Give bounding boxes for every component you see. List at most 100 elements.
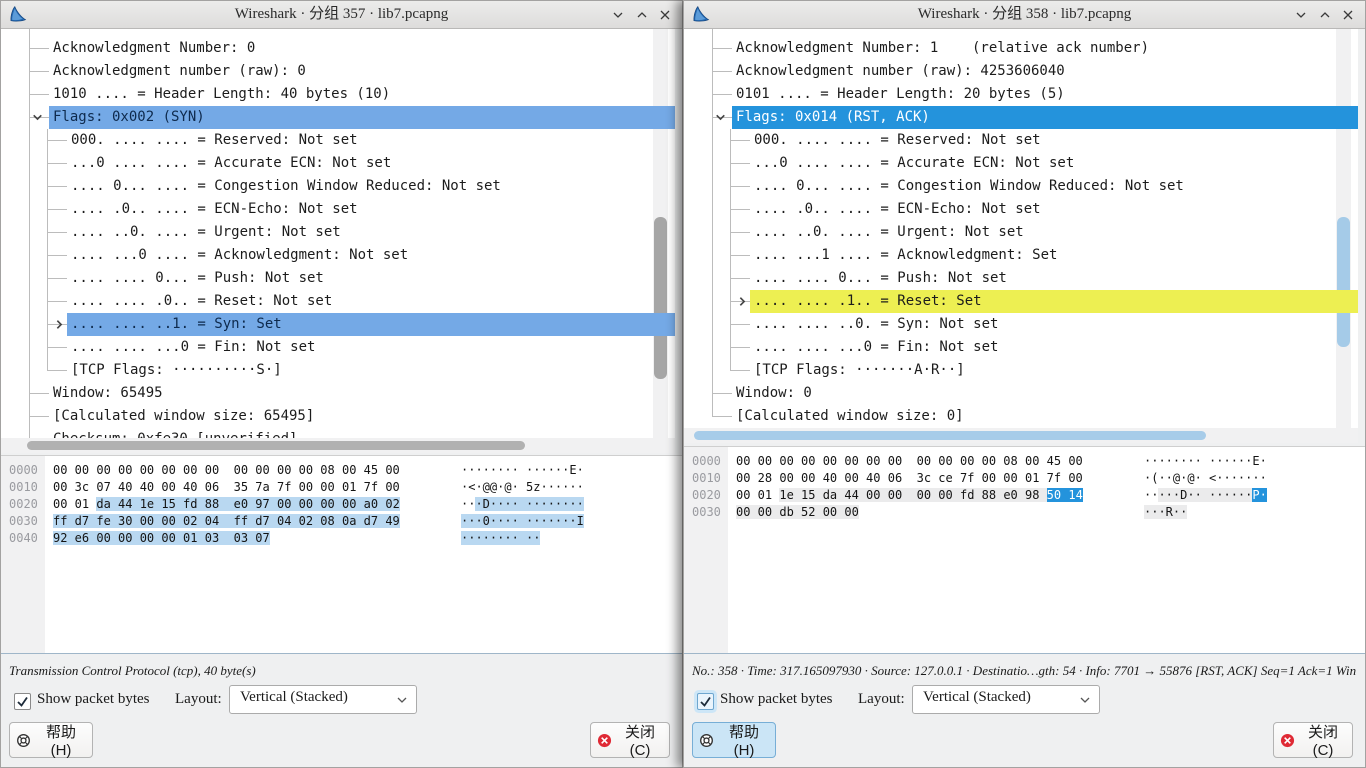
hex-ascii-run[interactable]: ·D···· ········: [475, 497, 583, 511]
hex-bytes-run[interactable]: 92 e6 00 00 00 00 01 03 03 07: [53, 531, 270, 545]
tree-row[interactable]: Checksum: 0xfe30 [unverified]: [1, 428, 675, 438]
minimize-icon[interactable]: [1293, 7, 1309, 23]
hex-row[interactable]: 001000 3c 07 40 40 00 40 06 35 7a 7f 00 …: [1, 479, 682, 496]
hex-ascii-run[interactable]: ··: [461, 497, 475, 511]
tree-row[interactable]: 000. .... .... = Reserved: Not set: [1, 129, 675, 152]
tree-row[interactable]: 1010 .... = Header Length: 40 bytes (10): [1, 83, 675, 106]
hex-bytes-run[interactable]: 00 01: [736, 488, 779, 502]
maximize-icon[interactable]: [1317, 7, 1333, 23]
tree-row[interactable]: Window: 65495: [1, 382, 675, 405]
show-packet-bytes-checkbox[interactable]: [14, 693, 31, 710]
layout-dropdown[interactable]: Vertical (Stacked): [912, 685, 1100, 714]
tree-row[interactable]: .... ...0 .... = Acknowledgment: Not set: [1, 244, 675, 267]
tree-row-label: Window: 65495: [1, 382, 675, 405]
hex-ascii-run[interactable]: ········ ··: [461, 531, 540, 545]
tree-row[interactable]: Flags: 0x014 (RST, ACK): [684, 106, 1358, 129]
hex-bytes-run[interactable]: 00 01: [53, 497, 96, 511]
show-packet-bytes-label[interactable]: Show packet bytes: [720, 691, 832, 708]
hex-ascii-run[interactable]: ···0···· ·······I: [461, 514, 584, 528]
tree-row[interactable]: [TCP Flags: ·······A·R··]: [684, 359, 1358, 382]
window-right: Wireshark · 分组 358 · lib7.pcapng Acknowl…: [683, 0, 1366, 768]
tree-row-label: Flags: 0x002 (SYN): [1, 106, 675, 129]
tree-row[interactable]: .... .... .0.. = Reset: Not set: [1, 290, 675, 313]
hex-bytes-run[interactable]: 00 00 00 00 00 00 00 00 00 00 00 00 08 0…: [736, 454, 1083, 468]
titlebar[interactable]: Wireshark · 分组 358 · lib7.pcapng: [684, 1, 1365, 29]
hex-ascii: ········ ··: [461, 530, 540, 547]
hex-row[interactable]: 0030ff d7 fe 30 00 00 02 04 ff d7 04 02 …: [1, 513, 682, 530]
hex-ascii-run[interactable]: ·<·@@·@· 5z······: [461, 480, 584, 494]
tree-row[interactable]: .... 0... .... = Congestion Window Reduc…: [684, 175, 1358, 198]
chevron-right-icon[interactable]: [53, 318, 66, 331]
tree-row[interactable]: .... ..0. .... = Urgent: Not set: [684, 221, 1358, 244]
tree-row[interactable]: .... .... 0... = Push: Not set: [1, 267, 675, 290]
hex-bytes-run[interactable]: 00 3c 07 40 40 00 40 06 35 7a 7f 00 00 0…: [53, 480, 400, 494]
tree-row[interactable]: Acknowledgment Number: 1 (relative ack n…: [684, 37, 1358, 60]
minimize-icon[interactable]: [610, 7, 626, 23]
hex-row[interactable]: 003000 00 db 52 00 00···R··: [684, 504, 1365, 521]
hex-row[interactable]: 004092 e6 00 00 00 00 01 03 03 07·······…: [1, 530, 682, 547]
tree-row[interactable]: Window: 0: [684, 382, 1358, 405]
hex-bytes-run[interactable]: 1e 15 da 44 00 00 00 00 fd 88 e0 98: [779, 488, 1046, 502]
hex-ascii-run[interactable]: P·: [1252, 488, 1266, 502]
tree-row[interactable]: .... .... ...0 = Fin: Not set: [684, 336, 1358, 359]
tree-row[interactable]: .... .... ...0 = Fin: Not set: [1, 336, 675, 359]
hex-bytes-run[interactable]: da 44 1e 15 fd 88 e0 97 00 00 00 00 a0 0…: [96, 497, 399, 511]
close-icon[interactable]: [1340, 7, 1356, 23]
horizontal-scrollbar-thumb[interactable]: [694, 431, 1206, 440]
chevron-right-icon[interactable]: [736, 295, 749, 308]
hex-bytes-run[interactable]: 00 00 00 00 00 00 00 00 00 00 00 00 08 0…: [53, 463, 400, 477]
tree-row[interactable]: .... 0... .... = Congestion Window Reduc…: [1, 175, 675, 198]
hex-ascii-run[interactable]: ········ ······E·: [1144, 454, 1267, 468]
tree-row[interactable]: Acknowledgment Number: 0: [1, 37, 675, 60]
hex-row[interactable]: 002000 01 1e 15 da 44 00 00 00 00 fd 88 …: [684, 487, 1365, 504]
hex-ascii-run[interactable]: ···D·· ······: [1158, 488, 1252, 502]
hex-ascii-run[interactable]: ··: [1144, 488, 1158, 502]
tree-row[interactable]: Acknowledgment number (raw): 0: [1, 60, 675, 83]
tree-row[interactable]: Acknowledgment number (raw): 4253606040: [684, 60, 1358, 83]
tree-row[interactable]: .... ..0. .... = Urgent: Not set: [1, 221, 675, 244]
tree-row[interactable]: [TCP Flags: ··········S·]: [1, 359, 675, 382]
tree-row[interactable]: .... .0.. .... = ECN-Echo: Not set: [1, 198, 675, 221]
hex-row[interactable]: 000000 00 00 00 00 00 00 00 00 00 00 00 …: [1, 462, 682, 479]
hex-bytes-run[interactable]: 50 14: [1047, 488, 1083, 502]
tree-row[interactable]: .... .0.. .... = ECN-Echo: Not set: [684, 198, 1358, 221]
tree-row[interactable]: [Calculated window size: 0]: [684, 405, 1358, 428]
tree-row[interactable]: .... ...1 .... = Acknowledgment: Set: [684, 244, 1358, 267]
maximize-icon[interactable]: [634, 7, 650, 23]
horizontal-scrollbar-thumb[interactable]: [27, 441, 525, 450]
tree-row[interactable]: .... .... ..1. = Syn: Set: [1, 313, 675, 336]
chevron-down-icon[interactable]: [714, 111, 727, 124]
tree-row[interactable]: 000. .... .... = Reserved: Not set: [684, 129, 1358, 152]
tree-row[interactable]: 0101 .... = Header Length: 20 bytes (5): [684, 83, 1358, 106]
hex-bytes-run[interactable]: 00 28 00 00 40 00 40 06 3c ce 7f 00 00 0…: [736, 471, 1083, 485]
help-button[interactable]: 帮助(H): [9, 722, 93, 758]
horizontal-scrollbar[interactable]: [684, 428, 1358, 443]
close-icon[interactable]: [657, 7, 673, 23]
horizontal-scrollbar[interactable]: [1, 438, 675, 453]
hex-row[interactable]: 001000 28 00 00 40 00 40 06 3c ce 7f 00 …: [684, 470, 1365, 487]
tree-row[interactable]: Flags: 0x002 (SYN): [1, 106, 675, 129]
hex-ascii-run[interactable]: ········ ······E·: [461, 463, 584, 477]
tree-row[interactable]: [Calculated window size: 65495]: [1, 405, 675, 428]
chevron-down-icon[interactable]: [31, 111, 44, 124]
hex-ascii-run[interactable]: ·(··@·@· <·······: [1144, 471, 1267, 485]
close-button[interactable]: 关闭(C): [1273, 722, 1353, 758]
hex-row[interactable]: 000000 00 00 00 00 00 00 00 00 00 00 00 …: [684, 453, 1365, 470]
show-packet-bytes-checkbox[interactable]: [697, 693, 714, 710]
hex-ascii-run[interactable]: ···R··: [1144, 505, 1187, 519]
layout-dropdown[interactable]: Vertical (Stacked): [229, 685, 417, 714]
titlebar[interactable]: Wireshark · 分组 357 · lib7.pcapng: [1, 1, 682, 29]
hex-bytes-run[interactable]: 00 00 db 52 00 00: [736, 505, 859, 519]
close-button[interactable]: 关闭(C): [590, 722, 670, 758]
show-packet-bytes-label[interactable]: Show packet bytes: [37, 691, 149, 708]
help-icon: [699, 733, 714, 748]
tree-row[interactable]: .... .... ..0. = Syn: Not set: [684, 313, 1358, 336]
tree-row-label: [Calculated window size: 65495]: [1, 405, 675, 428]
tree-row[interactable]: .... .... .1.. = Reset: Set: [684, 290, 1358, 313]
tree-row[interactable]: .... .... 0... = Push: Not set: [684, 267, 1358, 290]
tree-row[interactable]: ...0 .... .... = Accurate ECN: Not set: [1, 152, 675, 175]
hex-bytes-run[interactable]: ff d7 fe 30 00 00 02 04 ff d7 04 02 08 0…: [53, 514, 400, 528]
help-button[interactable]: 帮助(H): [692, 722, 776, 758]
tree-row[interactable]: ...0 .... .... = Accurate ECN: Not set: [684, 152, 1358, 175]
hex-row[interactable]: 002000 01 da 44 1e 15 fd 88 e0 97 00 00 …: [1, 496, 682, 513]
